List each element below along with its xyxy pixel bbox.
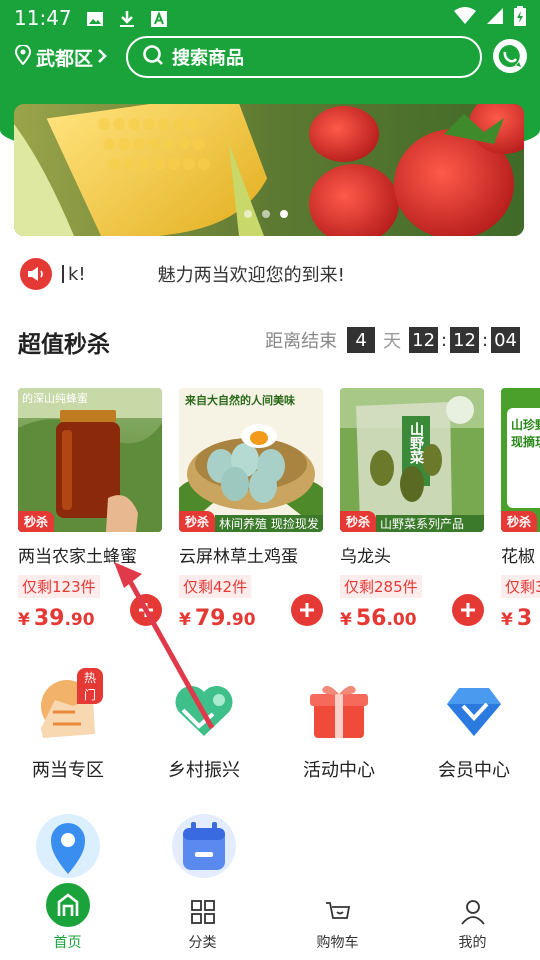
location-label: 武都区: [36, 47, 94, 70]
nav-profile[interactable]: 我的: [405, 888, 540, 960]
category-label: 两当专区: [32, 760, 104, 781]
product-image-caption: 山野菜: [408, 422, 424, 464]
product-image[interactable]: 来自大自然的人间美味 林间养殖 现捡现发 秒杀: [179, 388, 323, 532]
banner-dot-active[interactable]: [280, 210, 288, 218]
banner-dot[interactable]: [262, 210, 270, 218]
countdown-hours: 12: [409, 327, 439, 353]
product-image-strip: 林间养殖 现捡现发: [215, 515, 323, 532]
grid-icon: [189, 898, 217, 926]
countdown-label: 距离结束: [265, 331, 338, 352]
location-pin-icon: [14, 43, 36, 70]
product-name: 花椒: [501, 547, 535, 567]
product-image-caption: 的深山纯蜂蜜: [22, 392, 88, 405]
plus-icon: [461, 603, 475, 617]
category-activity-center[interactable]: 活动中心: [279, 676, 399, 782]
cart-icon: [324, 898, 352, 926]
wifi-icon: [454, 6, 476, 30]
countdown-days: 4: [347, 327, 376, 353]
announcement-bar[interactable]: k! 魅力两当欢迎您的到来!: [20, 256, 520, 292]
banner-dot[interactable]: [244, 210, 252, 218]
countdown-seconds: 04: [491, 327, 520, 353]
nav-cart[interactable]: 购物车: [270, 888, 405, 960]
status-time: 11:47: [14, 6, 72, 30]
category-item[interactable]: [144, 812, 264, 892]
search-bar[interactable]: 搜索商品: [126, 36, 482, 78]
notice-divider: [62, 265, 64, 283]
nav-label: 首页: [53, 935, 82, 951]
plus-icon: [139, 603, 153, 617]
product-stock: 仅剩42件: [179, 575, 252, 598]
product-price: ¥ 3: [501, 606, 533, 628]
calendar-icon: [169, 812, 239, 882]
heart-handshake-icon: [169, 676, 239, 746]
add-to-cart-button[interactable]: [130, 594, 162, 626]
download-icon: [118, 9, 136, 27]
countdown-timer: 距离结束 4 天 12 : 12 : 04: [265, 327, 520, 353]
category-rural-revitalization[interactable]: 乡村振兴: [144, 676, 264, 782]
hot-badge: 热门: [77, 668, 103, 704]
notice-tag: k!: [68, 263, 86, 285]
product-card[interactable]: 山珍野 现摘现 秒杀 花椒 仅剩3 ¥ 3: [501, 388, 540, 628]
product-image-strip: 山野菜系列产品: [376, 515, 484, 532]
chevron-right-icon: [97, 46, 111, 68]
banner-pagination: [244, 210, 288, 218]
flash-sale-title: 超值秒杀: [18, 332, 110, 358]
add-to-cart-button[interactable]: [291, 594, 323, 626]
image-icon: [86, 9, 104, 27]
signal-icon: [486, 6, 504, 30]
add-to-cart-button[interactable]: [452, 594, 484, 626]
nav-label: 分类: [188, 935, 217, 951]
nav-home[interactable]: 首页: [0, 880, 135, 960]
category-label: 会员中心: [438, 760, 510, 781]
product-image[interactable]: 山野菜 山野菜系列产品 秒杀: [340, 388, 484, 532]
category-label: 乡村振兴: [168, 760, 240, 781]
product-image[interactable]: 的深山纯蜂蜜 秒杀: [18, 388, 162, 532]
search-icon: [142, 44, 172, 71]
font-icon: [150, 9, 168, 27]
location-selector[interactable]: 武都区: [14, 42, 111, 72]
flash-sale-badge: 秒杀: [340, 511, 377, 532]
product-stock: 仅剩285件: [340, 575, 422, 598]
nav-category[interactable]: 分类: [135, 888, 270, 960]
bottom-navigation: 首页 分类 购物车 我的: [0, 880, 540, 960]
status-bar: 11:47: [0, 0, 540, 36]
user-icon: [459, 898, 487, 926]
megaphone-icon: [20, 258, 52, 290]
product-card[interactable]: 山野菜 山野菜系列产品 秒杀 乌龙头 仅剩285件 ¥ 56 .00: [340, 388, 484, 628]
category-label: 活动中心: [303, 760, 375, 781]
location-pin-icon: [33, 812, 103, 882]
product-card[interactable]: 的深山纯蜂蜜 秒杀 两当农家土蜂蜜 仅剩123件 ¥ 39 .90: [18, 388, 162, 628]
home-icon: [42, 880, 93, 930]
category-liangdang-zone[interactable]: 热门 两当专区: [8, 668, 128, 782]
product-image-caption: 来自大自然的人间美味: [185, 394, 295, 407]
product-name: 两当农家土蜂蜜: [18, 547, 137, 567]
flash-sale-badge: 秒杀: [501, 511, 538, 532]
category-member-center[interactable]: 会员中心: [414, 676, 534, 782]
countdown-days-unit: 天: [383, 331, 402, 352]
flash-sale-badge: 秒杀: [18, 511, 55, 532]
product-stock: 仅剩3: [501, 575, 540, 598]
product-name: 云屏林草土鸡蛋: [179, 547, 298, 567]
product-image[interactable]: 山珍野 现摘现 秒杀: [501, 388, 540, 532]
product-card[interactable]: 来自大自然的人间美味 林间养殖 现捡现发 秒杀 云屏林草土鸡蛋 仅剩42件 ¥ …: [179, 388, 323, 628]
plus-icon: [300, 603, 314, 617]
battery-icon: [514, 5, 526, 31]
countdown-minutes: 12: [450, 327, 480, 353]
product-image-caption: 山珍野 现摘现: [511, 418, 540, 449]
flash-sale-product-list[interactable]: 的深山纯蜂蜜 秒杀 两当农家土蜂蜜 仅剩123件 ¥ 39 .90 来自大自然的…: [18, 388, 540, 628]
nav-label: 我的: [458, 935, 487, 951]
flash-sale-badge: 秒杀: [179, 511, 216, 532]
search-placeholder: 搜索商品: [172, 48, 244, 69]
gift-icon: [304, 676, 374, 746]
map-region-icon: 热门: [33, 668, 103, 746]
product-stock: 仅剩123件: [18, 575, 100, 598]
nav-label: 购物车: [316, 935, 359, 951]
notice-text: 魅力两当欢迎您的到来!: [157, 265, 345, 286]
diamond-icon: [439, 676, 509, 746]
product-name: 乌龙头: [340, 547, 391, 567]
chat-icon[interactable]: [492, 38, 528, 74]
